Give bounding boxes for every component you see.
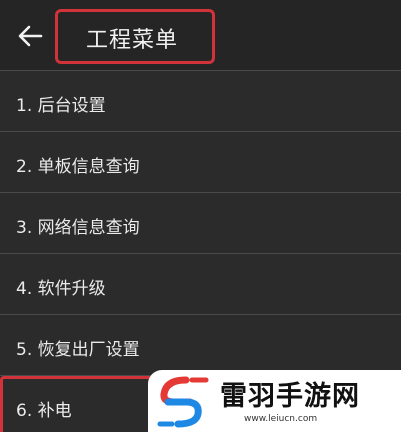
arrow-left-icon [18,25,43,47]
menu-item-board-info[interactable]: 2. 单板信息查询 [0,131,401,191]
menu-item-label: 2. 单板信息查询 [16,157,140,177]
watermark: 雷羽手游网 www.leiucn.com [148,370,401,432]
menu-item-software-upgrade[interactable]: 4. 软件升级 [0,253,401,313]
site-logo [157,376,209,428]
page-title: 工程菜单 [86,28,179,53]
menu-item-network-info[interactable]: 3. 网络信息查询 [0,192,401,252]
app-bar: 工程菜单 [0,0,401,70]
back-button[interactable] [12,18,48,54]
watermark-url: www.leiucn.com [244,414,318,424]
menu-item-label: 1. 后台设置 [16,96,106,116]
menu-item-label: 5. 恢复出厂设置 [16,340,140,360]
menu-item-factory-reset[interactable]: 5. 恢复出厂设置 [0,314,401,374]
menu-item-label: 3. 网络信息查询 [16,218,140,238]
menu-item-background-settings[interactable]: 1. 后台设置 [0,70,401,130]
engineering-menu-screen: 工程菜单 1. 后台设置 2. 单板信息查询 3. 网络信息查询 4. 软件升级… [0,0,401,432]
watermark-site-name: 雷羽手游网 [220,381,360,412]
menu-item-label: 4. 软件升级 [16,279,106,299]
recharge-highlight-box [0,376,158,432]
